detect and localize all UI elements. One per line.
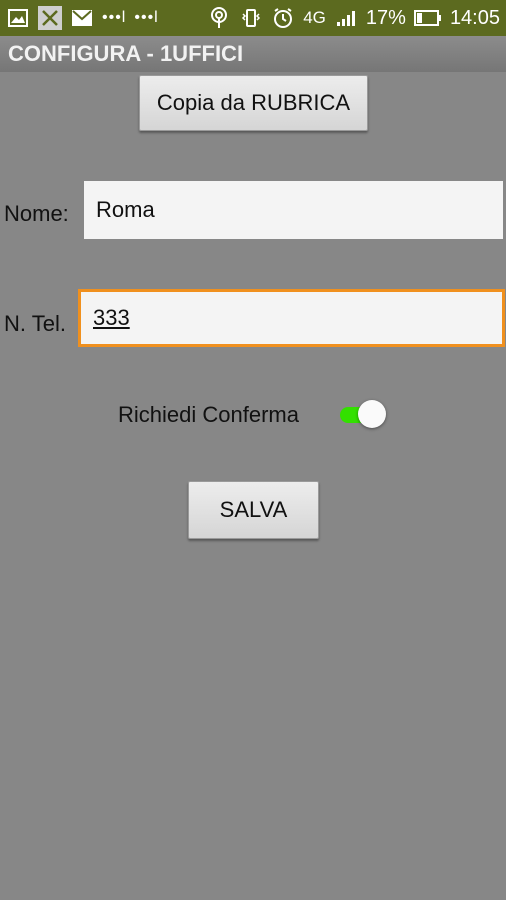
signal-icon — [334, 6, 358, 30]
alarm-icon — [271, 6, 295, 30]
app-title-bar: CONFIGURA - 1UFFICI — [0, 36, 506, 72]
copy-from-contacts-button[interactable]: Copia da RUBRICA — [139, 75, 368, 131]
save-button[interactable]: SALVA — [188, 481, 319, 539]
close-box-icon — [38, 6, 62, 30]
status-bar-right: 4G 17% 14:05 — [207, 6, 500, 30]
app-title: CONFIGURA - 1UFFICI — [8, 41, 244, 66]
name-label: Nome: — [4, 201, 69, 226]
vibrate-icon — [239, 6, 263, 30]
copy-from-contacts-label: Copia da RUBRICA — [156, 90, 351, 115]
battery-percent: 17% — [365, 6, 406, 29]
status-bar-left: •••l •••l — [6, 6, 159, 30]
battery-icon — [413, 6, 442, 30]
save-button-label: SALVA — [219, 497, 288, 522]
confirm-toggle[interactable] — [340, 400, 386, 428]
confirm-label: Richiedi Conferma — [118, 402, 299, 427]
image-icon — [6, 6, 30, 30]
phone-label: N. Tel. — [4, 311, 66, 336]
phone-value: 333 — [93, 305, 130, 330]
mail-icon — [70, 6, 94, 30]
name-field[interactable]: Roma — [84, 181, 503, 239]
signal-dots: •••l — [102, 9, 127, 26]
network-type: 4G — [303, 8, 326, 27]
hotspot-icon — [207, 6, 231, 30]
confirm-toggle-thumb — [358, 400, 386, 428]
phone-field[interactable]: 333 — [78, 289, 505, 347]
status-bar: •••l •••l 4G 17% 14:05 — [0, 0, 506, 36]
signal-dots: •••l — [134, 9, 159, 26]
clock: 14:05 — [449, 6, 500, 29]
name-value: Roma — [96, 197, 155, 222]
